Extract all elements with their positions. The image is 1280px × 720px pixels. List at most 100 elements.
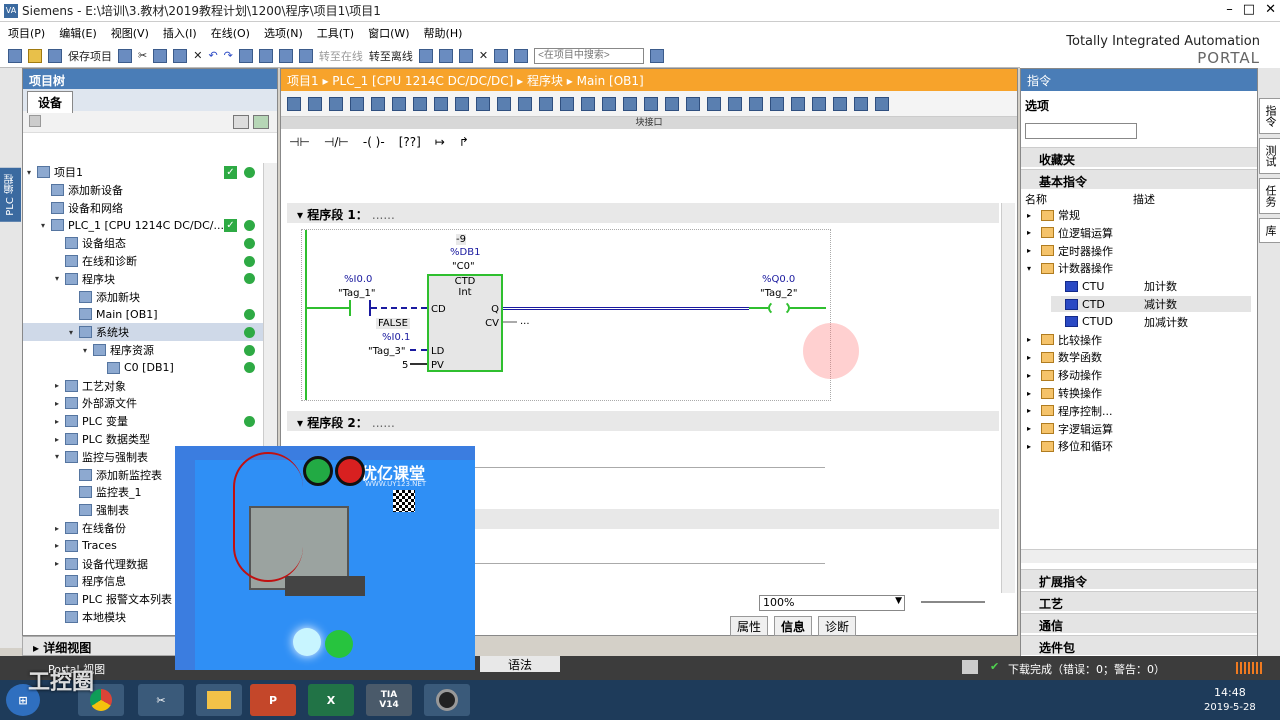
expand-arrow-icon[interactable]: ▸ [55,417,65,426]
favorites-section[interactable]: 收藏夹 [1021,147,1257,167]
side-tab-testing[interactable]: 测试 [1259,138,1280,174]
tree-item[interactable]: 添加新设备 [23,181,263,199]
instructions-hscrollbar[interactable] [1021,549,1257,563]
expand-arrow-icon[interactable]: ▸ [1027,353,1041,362]
menu-view[interactable]: 视图(V) [111,25,149,41]
tree-item[interactable]: ▾ 程序资源 [23,341,263,359]
tree-item[interactable]: ▸ PLC 变量 [23,412,263,430]
tree-item[interactable]: 设备和网络 [23,199,263,217]
side-tab-instructions[interactable]: 指令 [1259,98,1280,134]
editor-tool-icon[interactable] [329,96,343,111]
diagnostics-tab[interactable]: 诊断 [818,616,857,636]
scissors-icon[interactable]: ✂ [138,684,184,716]
instruction-search-input[interactable] [1025,123,1137,139]
media-player-icon[interactable] [424,684,470,716]
editor-tool-icon[interactable] [686,96,700,111]
expand-arrow-icon[interactable]: ▸ [55,381,65,390]
go-offline-button[interactable]: 转至离线 [369,48,413,64]
project-search-input[interactable] [534,47,645,64]
cross-icon[interactable]: ✕ [479,49,488,62]
powerpoint-icon[interactable]: P [250,684,296,716]
tree-item[interactable]: ▾ PLC_1 [CPU 1214C DC/DC/... ✓ [23,216,263,234]
print-icon[interactable] [118,48,132,63]
menu-help[interactable]: 帮助(H) [424,25,463,41]
ctd-block[interactable]: CTD Int CD LD PV Q CV [427,274,503,372]
tree-item[interactable]: ▸ 外部源文件 [23,394,263,412]
editor-tool-icon[interactable] [287,96,301,111]
instruction-item[interactable]: ▸ 位逻辑运算 [1027,225,1178,241]
editor-tool-icon[interactable] [602,96,616,111]
folder-icon[interactable] [196,684,242,716]
close-branch-icon[interactable]: ↱ [459,135,469,149]
paste-icon[interactable] [173,48,188,63]
cv-dots[interactable]: ... [520,316,530,327]
expand-arrow-icon[interactable]: ▸ [55,559,65,568]
simulation-icon[interactable] [298,48,313,63]
tree-item[interactable]: ▾ 程序块 [23,270,263,288]
undo-icon[interactable]: ↶ [208,49,217,62]
db-name[interactable]: "C0" [452,261,475,272]
save-project-button[interactable]: 保存项目 [68,48,112,64]
technology-section[interactable]: 工艺 [1021,591,1257,611]
tree-refresh-icon[interactable] [253,115,269,129]
network-2-comment[interactable]: ...... [372,416,395,430]
collapse-arrow-icon[interactable]: ▾ [27,168,37,177]
minimize-button[interactable]: – [1226,2,1233,17]
expand-arrow-icon[interactable]: ▸ [55,399,65,408]
expand-arrow-icon[interactable]: ▸ [1027,442,1041,451]
tia-portal-icon[interactable]: TIA V14 [366,684,412,716]
expand-arrow-icon[interactable]: ▸ [55,524,65,533]
tree-item[interactable]: ▾ 项目1 ✓ [23,163,263,181]
editor-tool-icon[interactable] [434,96,448,111]
save-icon[interactable] [48,48,62,63]
instruction-item[interactable]: ▸ 字逻辑运算 [1027,421,1178,437]
statusbar-list-icon[interactable] [962,660,978,674]
syntax-tab[interactable]: 语法 [480,656,560,672]
editor-tool-icon[interactable] [875,96,889,111]
tree-item[interactable]: ▾ 系统块 [23,323,263,342]
side-tab-libraries[interactable]: 库 [1259,218,1280,243]
menu-window[interactable]: 窗口(W) [368,25,409,41]
editor-tool-icon[interactable] [560,96,574,111]
start-cpu-icon[interactable] [438,48,453,63]
pv-value[interactable]: 5 [402,360,408,371]
instruction-item[interactable]: CTD 减计数 [1051,296,1251,312]
zoom-slider[interactable] [921,601,985,603]
menu-project[interactable]: 项目(P) [8,25,45,41]
open-project-icon[interactable] [28,48,42,63]
compile-icon[interactable] [238,48,253,63]
expand-arrow-icon[interactable]: ▸ [1027,228,1041,237]
collapse-arrow-icon[interactable]: ▾ [55,452,65,461]
tree-view-icon[interactable] [233,115,249,129]
network-1-header[interactable]: ▾ 程序段 1： ...... [287,203,999,223]
plc-programming-tab[interactable]: PLC 编程 [0,168,21,222]
devices-tab[interactable]: 设备 [27,91,74,113]
editor-tool-icon[interactable] [770,96,784,111]
expand-arrow-icon[interactable]: ▸ [1027,246,1041,255]
instruction-item[interactable]: CTUD 加减计数 [1051,314,1188,330]
editor-tool-icon[interactable] [581,96,595,111]
collapse-arrow-icon[interactable]: ▾ [69,328,79,337]
instruction-item[interactable]: CTU 加计数 [1051,278,1177,294]
collapse-arrow-icon[interactable]: ▾ [83,346,93,355]
expand-arrow-icon[interactable]: ▸ [1027,424,1041,433]
editor-tool-icon[interactable] [392,96,406,111]
in-tag[interactable]: "Tag_1" [338,288,376,299]
instruction-item[interactable]: ▸ 移动操作 [1027,367,1178,383]
network-1-comment[interactable]: ...... [372,208,395,222]
tree-item[interactable]: 在线和诊断 [23,252,263,270]
menu-insert[interactable]: 插入(I) [163,25,197,41]
editor-tool-icon[interactable] [623,96,637,111]
instruction-item[interactable]: ▸ 比较操作 [1027,332,1178,348]
collapse-arrow-icon[interactable]: ▾ [41,221,51,230]
editor-tool-icon[interactable] [476,96,490,111]
split-vertical-icon[interactable] [514,48,529,63]
delete-icon[interactable]: ✕ [193,49,202,62]
tree-collapse-icon[interactable] [29,115,41,127]
coil-icon[interactable]: -( )- [363,135,385,149]
basic-instructions-section[interactable]: 基本指令 [1021,169,1257,189]
editor-tool-icon[interactable] [350,96,364,111]
editor-vscrollbar[interactable] [1001,203,1015,593]
tree-item[interactable]: 添加新块 [23,288,263,306]
expand-arrow-icon[interactable]: ▾ [1027,264,1041,273]
